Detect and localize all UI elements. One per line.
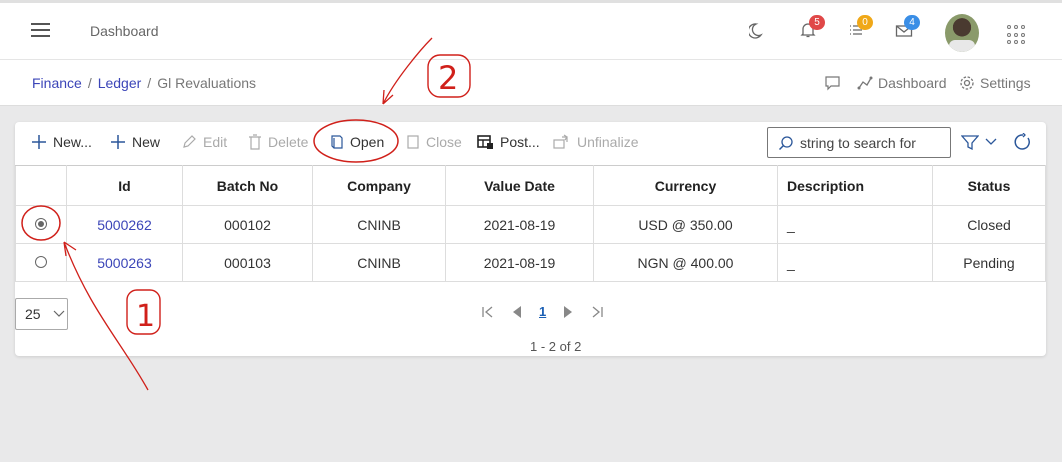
plus-icon <box>111 135 125 149</box>
page-size-select[interactable]: 25 <box>15 298 68 330</box>
row-select-cell[interactable] <box>15 205 67 244</box>
chart-line-icon <box>857 76 873 90</box>
column-header-value-date[interactable]: Value Date <box>445 165 594 206</box>
notifications-badge: 5 <box>809 15 825 30</box>
column-header-description[interactable]: Description <box>777 165 933 206</box>
search-input[interactable] <box>800 134 950 151</box>
pagination: 1 <box>481 304 604 319</box>
open-book-icon <box>331 135 343 149</box>
column-header-batch-no[interactable]: Batch No <box>182 165 313 206</box>
id-link[interactable]: 5000263 <box>97 255 152 271</box>
first-page-icon[interactable] <box>481 305 495 319</box>
pencil-icon <box>183 135 196 148</box>
dark-mode-moon-icon[interactable] <box>747 21 771 43</box>
new-dropdown-button[interactable]: New... <box>31 134 92 150</box>
notifications-bell-icon[interactable]: 5 <box>800 15 825 43</box>
search-icon <box>778 135 793 150</box>
company-cell: CNINB <box>312 205 446 244</box>
trash-icon <box>249 134 261 150</box>
unfinalize-icon <box>553 134 568 149</box>
id-cell: 5000262 <box>66 205 183 244</box>
value-date-cell: 2021-08-19 <box>445 243 594 282</box>
table-header-row: Id Batch No Company Value Date Currency … <box>15 165 1046 206</box>
unfinalize-button[interactable]: Unfinalize <box>553 134 638 150</box>
dashboard-link[interactable]: Dashboard <box>857 75 947 91</box>
currency-cell: NGN @ 400.00 <box>593 243 778 282</box>
previous-page-icon[interactable] <box>511 305 523 319</box>
open-button[interactable]: Open <box>330 134 384 150</box>
refresh-button[interactable] <box>1014 133 1032 151</box>
table-row[interactable]: 5000263 000103 CNINB 2021-08-19 NGN @ 40… <box>15 243 1046 282</box>
close-button[interactable]: Close <box>406 134 462 150</box>
chat-icon[interactable] <box>824 75 841 91</box>
delete-button[interactable]: Delete <box>248 134 308 150</box>
id-link[interactable]: 5000262 <box>97 217 152 233</box>
pagination-info: 1 - 2 of 2 <box>530 339 582 354</box>
page-size-value: 25 <box>25 306 41 322</box>
row-radio-selected[interactable] <box>35 217 47 230</box>
row-radio[interactable] <box>35 255 47 268</box>
filter-icon <box>961 135 979 150</box>
close-book-icon <box>407 135 419 149</box>
chevron-down-icon <box>985 138 997 145</box>
breadcrumb: Finance / Ledger / Gl Revaluations <box>32 75 257 91</box>
ledger-table: Id Batch No Company Value Date Currency … <box>15 165 1046 282</box>
table-row[interactable]: 5000262 000102 CNINB 2021-08-19 USD @ 35… <box>15 205 1046 244</box>
messages-badge: 4 <box>904 15 920 30</box>
new-button[interactable]: New <box>110 134 160 150</box>
refresh-icon <box>1014 133 1030 150</box>
dashboard-label: Dashboard <box>878 75 947 91</box>
breadcrumb-ledger[interactable]: Ledger <box>98 75 142 91</box>
breadcrumb-current: Gl Revaluations <box>157 75 257 91</box>
company-cell: CNINB <box>312 243 446 282</box>
chevron-down-icon <box>53 310 65 317</box>
settings-link[interactable]: Settings <box>959 75 1031 91</box>
batch-no-cell: 000103 <box>182 243 313 282</box>
description-cell: _ <box>777 243 933 282</box>
apps-grid-icon[interactable] <box>1007 25 1027 45</box>
currency-cell: USD @ 350.00 <box>593 205 778 244</box>
search-box[interactable] <box>767 127 951 158</box>
plus-icon <box>32 135 46 149</box>
user-avatar[interactable] <box>945 14 979 52</box>
settings-label: Settings <box>980 75 1031 91</box>
hamburger-menu-icon[interactable] <box>31 23 50 37</box>
filter-dropdown-button[interactable] <box>961 134 997 150</box>
post-ledger-icon <box>477 135 493 149</box>
next-page-icon[interactable] <box>562 305 574 319</box>
status-cell: Pending <box>932 243 1046 282</box>
row-select-cell[interactable] <box>15 243 67 282</box>
top-bar: Dashboard 5 0 4 <box>0 0 1062 60</box>
column-header-company[interactable]: Company <box>312 165 446 206</box>
column-header-status[interactable]: Status <box>932 165 1046 206</box>
edit-button[interactable]: Edit <box>181 134 227 150</box>
last-page-icon[interactable] <box>590 305 604 319</box>
breadcrumb-bar: Finance / Ledger / Gl Revaluations Dashboard… <box>0 60 1062 106</box>
ledger-card: New... New Edit Delete Open Close Post..… <box>15 122 1046 356</box>
column-header-id[interactable]: Id <box>66 165 183 206</box>
description-cell: _ <box>777 205 933 244</box>
messages-envelope-icon[interactable]: 4 <box>895 15 920 43</box>
value-date-cell: 2021-08-19 <box>445 205 594 244</box>
select-column-header <box>15 165 67 206</box>
breadcrumb-finance[interactable]: Finance <box>32 75 82 91</box>
page-number-link[interactable]: 1 <box>539 304 546 319</box>
batch-no-cell: 000102 <box>182 205 313 244</box>
id-cell: 5000263 <box>66 243 183 282</box>
status-cell: Closed <box>932 205 1046 244</box>
gear-icon <box>960 76 974 90</box>
post-button[interactable]: Post... <box>477 134 540 150</box>
app-title: Dashboard <box>90 23 159 39</box>
column-header-currency[interactable]: Currency <box>593 165 778 206</box>
tasks-list-icon[interactable]: 0 <box>848 15 873 43</box>
toolbar: New... New Edit Delete Open Close Post..… <box>15 122 1046 165</box>
tasks-badge: 0 <box>857 15 873 30</box>
